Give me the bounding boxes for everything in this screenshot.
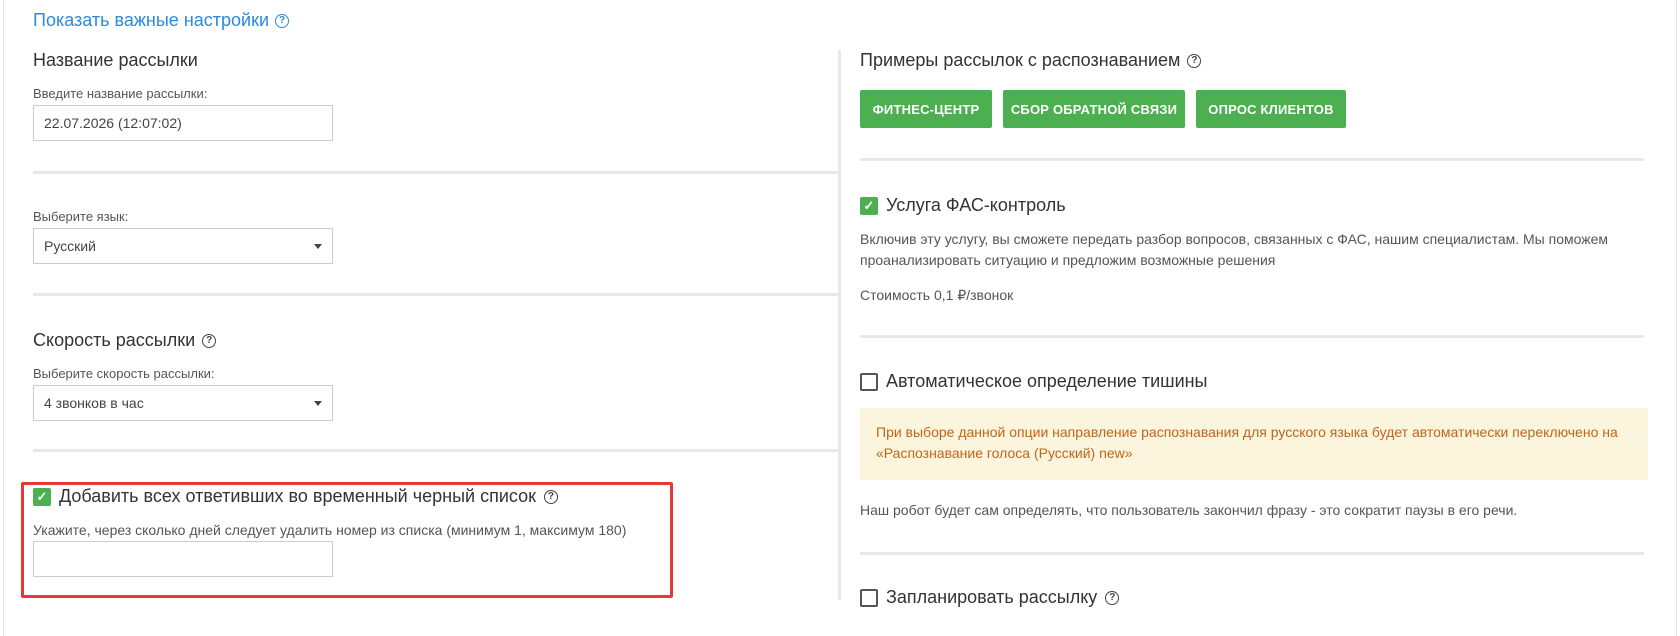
fas-price: Стоимость 0,1 ₽/звонок [860,287,1014,303]
mailing-name-label: Введите название рассылки: [33,86,208,101]
show-important-settings-link[interactable]: Показать важные настройки ? [33,10,290,31]
divider [33,449,839,452]
mailing-name-title: Название рассылки [33,50,198,70]
language-selected-value: Русский [44,238,96,254]
caret-down-icon [314,400,322,406]
example-feedback-button[interactable]: Сбор обратной связи [1003,90,1185,128]
example-survey-button[interactable]: Опрос клиентов [1196,90,1346,128]
fas-option[interactable]: ✓ Услуга ФАС-контроль [860,195,1066,216]
blacklist-days-label: Укажите, через сколько дней следует удал… [33,522,627,538]
mailing-name-input[interactable]: 22.07.2026 (12:07:02) [33,105,333,141]
speed-select[interactable]: 4 звонков в час [33,385,333,421]
blacklist-option[interactable]: ✓ Добавить всех ответивших во временный … [33,486,558,507]
schedule-option[interactable]: Запланировать рассылку ? [860,587,1120,608]
divider [33,171,839,174]
divider [33,293,839,296]
divider [860,552,1644,555]
speed-title: Скорость рассылки ? [33,330,217,351]
fas-title: Услуга ФАС-контроль [886,195,1066,215]
fas-description: Включив эту услугу, вы сможете передать … [860,231,1609,268]
silence-option[interactable]: Автоматическое определение тишины [860,371,1208,392]
silence-description: Наш робот будет сам определять, что поль… [860,502,1518,518]
question-circle-icon[interactable]: ? [275,13,290,28]
language-select[interactable]: Русский [33,228,333,264]
blacklist-checkbox[interactable]: ✓ [33,487,51,506]
silence-checkbox[interactable] [860,372,878,391]
question-circle-icon[interactable]: ? [202,333,217,348]
schedule-checkbox[interactable] [860,588,878,607]
example-fitness-button[interactable]: Фитнес-центр [860,90,992,128]
schedule-title: Запланировать рассылку [886,587,1098,607]
blacklist-title: Добавить всех ответивших во временный че… [59,486,536,506]
fas-checkbox[interactable]: ✓ [860,196,878,215]
column-divider [838,50,841,600]
speed-label: Выберите скорость рассылки: [33,366,215,381]
caret-down-icon [314,243,322,249]
question-circle-icon[interactable]: ? [543,489,558,504]
examples-title: Примеры рассылок с распознаванием ? [860,50,1202,71]
question-circle-icon[interactable]: ? [1105,590,1120,605]
page-left-border [3,0,4,636]
divider [860,335,1644,338]
question-circle-icon[interactable]: ? [1187,53,1202,68]
language-label: Выберите язык: [33,209,129,224]
blacklist-days-input[interactable] [33,541,333,577]
divider [860,158,1644,161]
silence-warning: При выборе данной опции направление расп… [860,408,1648,480]
speed-selected-value: 4 звонков в час [44,395,144,411]
page-right-border [1676,0,1677,636]
silence-title: Автоматическое определение тишины [886,371,1208,391]
show-settings-label: Показать важные настройки [33,10,270,30]
